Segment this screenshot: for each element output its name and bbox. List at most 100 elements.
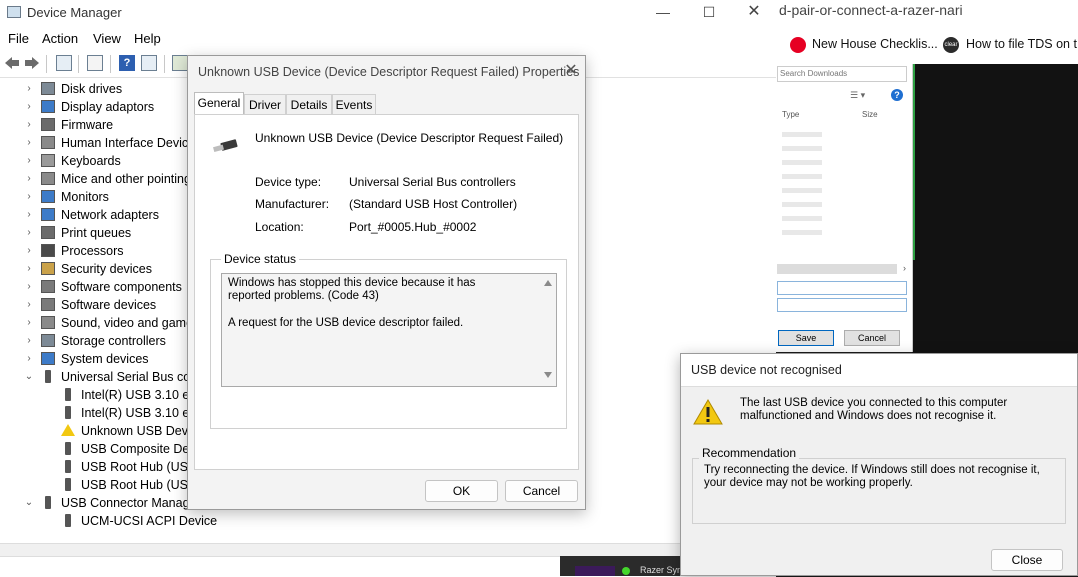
tab-general[interactable]: General bbox=[194, 92, 244, 114]
cpu-icon bbox=[41, 244, 55, 257]
close-button[interactable]: Close bbox=[991, 549, 1063, 571]
storage-icon bbox=[41, 334, 55, 347]
menu-bar: File Action View Help bbox=[0, 28, 776, 50]
usb-icon bbox=[65, 406, 71, 419]
save-button[interactable]: Save bbox=[778, 330, 834, 346]
security-icon bbox=[41, 262, 55, 275]
menu-help[interactable]: Help bbox=[134, 31, 161, 46]
usb-dialog-titlebar[interactable]: USB device not recognised bbox=[681, 354, 1077, 387]
chevron-right-icon[interactable]: › bbox=[24, 314, 34, 332]
chevron-right-icon[interactable]: › bbox=[24, 134, 34, 152]
usb-icon bbox=[65, 388, 71, 401]
chevron-down-icon[interactable]: ⌄ bbox=[24, 494, 34, 512]
dark-background bbox=[912, 64, 1078, 354]
software-component-icon bbox=[41, 280, 55, 293]
help-icon[interactable]: ? bbox=[119, 55, 135, 71]
view-options-icon[interactable]: ☰ ▾ bbox=[850, 90, 865, 101]
tree-item-label: Monitors bbox=[61, 190, 109, 204]
chevron-right-icon[interactable]: › bbox=[24, 116, 34, 134]
close-icon[interactable]: ✕ bbox=[560, 60, 582, 82]
device-manager-titlebar[interactable]: Device Manager — ☐ ✕ bbox=[0, 0, 776, 26]
scroll-up-icon[interactable] bbox=[544, 280, 552, 286]
blurred-file-row bbox=[782, 146, 822, 151]
minimize-icon[interactable]: — bbox=[640, 0, 686, 26]
bookmark-new-house[interactable]: New House Checklis... bbox=[812, 37, 938, 51]
tab-details[interactable]: Details bbox=[286, 94, 332, 114]
chevron-right-icon[interactable]: › bbox=[24, 188, 34, 206]
window-title: Device Manager bbox=[27, 5, 122, 20]
update-driver-icon[interactable] bbox=[172, 55, 188, 71]
cancel-button[interactable]: Cancel bbox=[844, 330, 900, 346]
file-list-scrollbar[interactable] bbox=[777, 264, 897, 274]
ok-button[interactable]: OK bbox=[425, 480, 498, 502]
tree-item-label: USB Composite Devi bbox=[81, 442, 199, 456]
recommendation-text: Try reconnecting the device. If Windows … bbox=[704, 464, 1040, 489]
chevron-right-icon[interactable]: › bbox=[24, 242, 34, 260]
usb-icon bbox=[45, 496, 51, 509]
chevron-right-icon[interactable]: › bbox=[24, 224, 34, 242]
properties-dialog-title: Unknown USB Device (Device Descriptor Re… bbox=[198, 65, 580, 79]
horizontal-scrollbar[interactable] bbox=[0, 543, 776, 556]
cancel-button[interactable]: Cancel bbox=[505, 480, 578, 502]
chevron-right-icon[interactable]: › bbox=[24, 98, 34, 116]
chevron-right-icon[interactable]: › bbox=[24, 152, 34, 170]
properties-view-icon[interactable] bbox=[56, 55, 72, 71]
tree-item-label: USB Root Hub (USB bbox=[81, 460, 197, 474]
sound-icon bbox=[41, 316, 55, 329]
status-scrollbar[interactable] bbox=[540, 274, 556, 386]
chevron-right-icon[interactable]: › bbox=[903, 263, 906, 273]
save-as-type-field[interactable] bbox=[777, 298, 907, 312]
usb-icon bbox=[65, 514, 71, 527]
usb-dialog-title: USB device not recognised bbox=[691, 363, 842, 377]
toolbar-separator bbox=[110, 55, 111, 73]
mouse-icon bbox=[41, 172, 55, 185]
maximize-icon[interactable]: ☐ bbox=[686, 0, 732, 26]
display-icon bbox=[41, 100, 55, 113]
file-name-field[interactable] bbox=[777, 281, 907, 295]
chevron-right-icon[interactable]: › bbox=[24, 170, 34, 188]
usb-device-icon bbox=[213, 139, 238, 153]
tree-item-label: System devices bbox=[61, 352, 149, 366]
tree-item-label: Sound, video and game bbox=[61, 316, 194, 330]
chevron-right-icon[interactable]: › bbox=[24, 332, 34, 350]
tree-item-label: Firmware bbox=[61, 118, 114, 132]
keyboard-icon bbox=[41, 154, 55, 167]
toolbar-separator bbox=[164, 55, 165, 73]
menu-view[interactable]: View bbox=[93, 31, 121, 46]
chevron-right-icon[interactable]: › bbox=[24, 278, 34, 296]
chevron-right-icon[interactable]: › bbox=[24, 206, 34, 224]
usb-icon bbox=[45, 370, 51, 383]
scroll-down-icon[interactable] bbox=[544, 372, 552, 378]
close-icon[interactable]: ✕ bbox=[731, 0, 777, 26]
blurred-file-row bbox=[782, 188, 822, 193]
device-list-icon[interactable] bbox=[87, 55, 103, 71]
scan-hardware-icon[interactable] bbox=[141, 55, 157, 71]
browser-url-fragment[interactable]: d-pair-or-connect-a-razer-nari bbox=[779, 2, 963, 18]
location-label: Location: bbox=[255, 220, 304, 234]
chevron-right-icon[interactable]: › bbox=[24, 80, 34, 98]
chevron-right-icon[interactable]: › bbox=[24, 260, 34, 278]
blurred-file-row bbox=[782, 174, 822, 179]
tree-item-label: Human Interface Device bbox=[61, 136, 196, 150]
forward-arrow-icon[interactable] bbox=[24, 56, 40, 70]
tab-events[interactable]: Events bbox=[332, 94, 376, 114]
recommendation-legend: Recommendation bbox=[699, 446, 800, 460]
search-downloads-input[interactable]: Search Downloads bbox=[777, 66, 907, 82]
menu-action[interactable]: Action bbox=[42, 31, 78, 46]
bookmark-tds[interactable]: How to file TDS on t... bbox=[966, 37, 1078, 51]
device-status-detail: A request for the USB device descriptor … bbox=[228, 317, 464, 329]
blurred-file-row bbox=[782, 230, 822, 235]
tree-item-label: USB Root Hub (USB bbox=[81, 478, 197, 492]
blurred-file-row bbox=[782, 132, 822, 137]
chevron-right-icon[interactable]: › bbox=[24, 296, 34, 314]
help-icon[interactable]: ? bbox=[891, 89, 903, 101]
back-arrow-icon[interactable] bbox=[4, 56, 20, 70]
column-type[interactable]: Type bbox=[782, 110, 799, 119]
chevron-down-icon[interactable]: ⌄ bbox=[24, 368, 34, 386]
column-size[interactable]: Size bbox=[862, 110, 878, 119]
tab-driver[interactable]: Driver bbox=[244, 94, 286, 114]
tree-item[interactable]: UCM-UCSI ACPI Device bbox=[0, 512, 400, 530]
chevron-right-icon[interactable]: › bbox=[24, 350, 34, 368]
menu-file[interactable]: File bbox=[8, 31, 29, 46]
tree-item-label: Print queues bbox=[61, 226, 132, 240]
